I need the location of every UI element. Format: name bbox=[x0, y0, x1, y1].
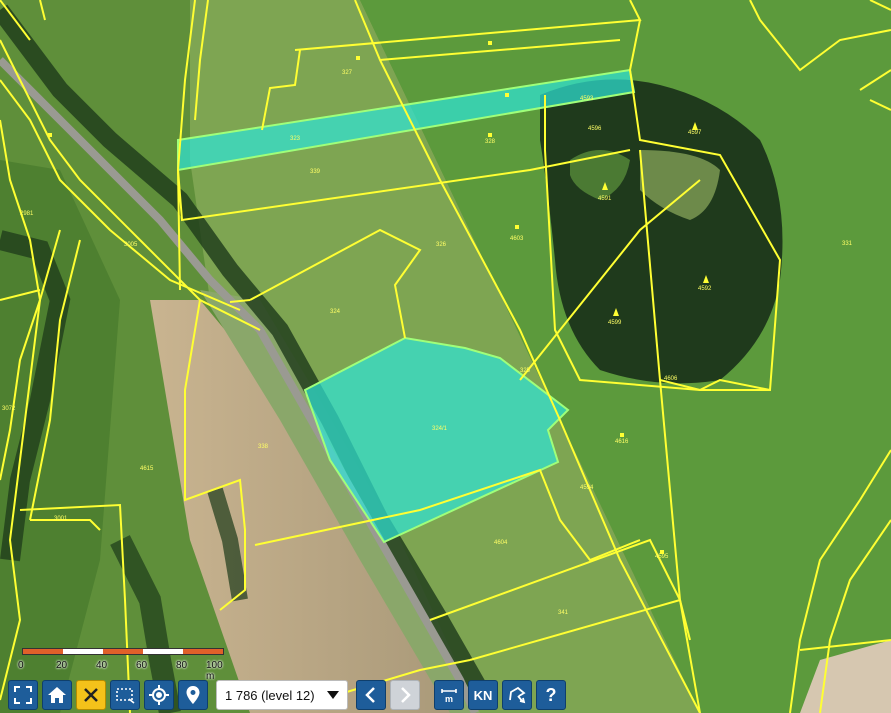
select-area-button[interactable] bbox=[110, 680, 140, 710]
polygon-draw-icon bbox=[509, 686, 526, 704]
fullscreen-button[interactable] bbox=[8, 680, 38, 710]
zoom-level-select[interactable]: 1 786 (level 12) bbox=[216, 680, 348, 710]
svg-text:m: m bbox=[445, 694, 453, 704]
parcel-label: 4592 bbox=[698, 286, 712, 292]
zoom-level-value: 1 786 (level 12) bbox=[225, 687, 315, 703]
parcel-label: 328 bbox=[485, 139, 496, 145]
chevron-right-icon bbox=[401, 687, 411, 703]
parcel-label: 327 bbox=[342, 70, 353, 76]
clear-selection-button[interactable] bbox=[76, 680, 106, 710]
scale-label: 100 m bbox=[206, 660, 223, 682]
parcel-label: 3005 bbox=[124, 242, 138, 248]
parcel-label: 324/1 bbox=[432, 426, 448, 432]
home-button[interactable] bbox=[42, 680, 72, 710]
parcel-label: 326 bbox=[436, 242, 447, 248]
parcel-label: 4591 bbox=[598, 196, 612, 202]
fullscreen-icon bbox=[14, 686, 32, 704]
chevron-left-icon bbox=[365, 687, 375, 703]
parcel-label: 4606 bbox=[664, 376, 678, 382]
parcel-label: 4594 bbox=[580, 485, 594, 491]
help-button[interactable]: ? bbox=[536, 680, 566, 710]
close-icon bbox=[84, 688, 98, 702]
dropdown-arrow-icon bbox=[327, 691, 339, 699]
map-pin-icon bbox=[186, 686, 200, 704]
measure-icon: m bbox=[441, 689, 457, 704]
scale-label: 80 bbox=[176, 660, 188, 671]
parcel-label: 4593 bbox=[580, 96, 594, 102]
parcel-label: 3072 bbox=[2, 406, 16, 412]
parcel-label: 4616 bbox=[615, 439, 629, 445]
parcel-label: 3001 bbox=[54, 516, 68, 522]
map-toolbar: 1 786 (level 12) m KN ? bbox=[8, 680, 566, 710]
marker-button[interactable] bbox=[178, 680, 208, 710]
select-rectangle-icon bbox=[116, 688, 135, 704]
kn-label: KN bbox=[473, 687, 493, 703]
next-view-button[interactable] bbox=[390, 680, 420, 710]
parcel-label: 2981 bbox=[20, 211, 34, 217]
parcel-label: 338 bbox=[258, 444, 269, 450]
parcel-label: 4615 bbox=[140, 466, 154, 472]
parcel-label: 4597 bbox=[688, 130, 702, 136]
parcel-label: 341 bbox=[558, 610, 569, 616]
parcel-label: 4596 bbox=[588, 126, 602, 132]
parcel-label: 4599 bbox=[608, 320, 622, 326]
scale-label: 20 bbox=[56, 660, 68, 671]
parcel-label: 4604 bbox=[494, 540, 508, 546]
previous-view-button[interactable] bbox=[356, 680, 386, 710]
locate-button[interactable] bbox=[144, 680, 174, 710]
scale-bar-graphic bbox=[22, 648, 224, 655]
scale-bar: 0 20 40 60 80 100 m bbox=[18, 648, 227, 682]
cadastral-map[interactable]: 327 323 4593 4596 4597 328 339 326 2981 … bbox=[0, 0, 891, 713]
parcel-label: 331 bbox=[842, 241, 853, 247]
parcel-label: 323 bbox=[290, 136, 301, 142]
parcel-label: 324 bbox=[330, 309, 341, 315]
scale-label: 60 bbox=[136, 660, 148, 671]
scale-label: 40 bbox=[96, 660, 108, 671]
parcel-label: 339 bbox=[310, 169, 321, 175]
crosshair-icon bbox=[149, 685, 169, 705]
help-label: ? bbox=[545, 684, 557, 705]
parcel-label: 4595 bbox=[655, 554, 669, 560]
scale-label: 0 bbox=[18, 660, 24, 671]
kn-layer-button[interactable]: KN bbox=[468, 680, 498, 710]
parcel-label: 325 bbox=[520, 368, 531, 374]
parcel-label: 4603 bbox=[510, 236, 524, 242]
home-icon bbox=[48, 687, 66, 703]
draw-polygon-button[interactable] bbox=[502, 680, 532, 710]
measure-button[interactable]: m bbox=[434, 680, 464, 710]
